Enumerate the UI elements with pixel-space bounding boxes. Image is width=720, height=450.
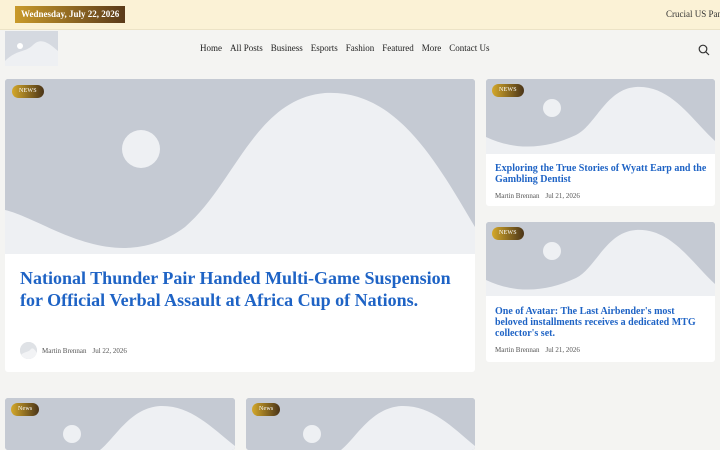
featured-image[interactable] (5, 79, 475, 254)
news-ticker[interactable]: Crucial US Pane (666, 9, 720, 19)
post-date: Jul 21, 2026 (545, 346, 580, 354)
author-name[interactable]: Martin Brennan (495, 192, 540, 200)
category-badge[interactable]: NEWS (12, 85, 44, 98)
post-date: Jul 22, 2026 (92, 347, 127, 355)
author-name[interactable]: Martin Brennan (495, 346, 540, 354)
post-date: Jul 21, 2026 (545, 192, 580, 200)
image-placeholder-icon (246, 398, 475, 450)
side-card[interactable]: NEWS One of Avatar: The Last Airbender's… (486, 222, 715, 362)
bottom-card[interactable]: News (246, 398, 475, 450)
logo-placeholder-icon (5, 31, 58, 66)
search-icon[interactable] (698, 44, 710, 56)
featured-meta: Martin Brennan Jul 22, 2026 (42, 347, 133, 355)
category-badge[interactable]: NEWS (492, 84, 524, 97)
author-name[interactable]: Martin Brennan (42, 347, 87, 355)
main-nav: Home All Posts Business Esports Fashion … (200, 43, 498, 53)
nav-home[interactable]: Home (200, 43, 222, 53)
bottom-card-image[interactable] (5, 398, 235, 450)
nav-contact-us[interactable]: Contact Us (449, 43, 489, 53)
nav-business[interactable]: Business (271, 43, 303, 53)
nav-all-posts[interactable]: All Posts (230, 43, 263, 53)
image-placeholder-icon (5, 398, 235, 450)
side-card-title[interactable]: Exploring the True Stories of Wyatt Earp… (495, 163, 707, 185)
nav-featured[interactable]: Featured (382, 43, 414, 53)
author-avatar (20, 342, 37, 359)
category-badge[interactable]: NEWS (492, 227, 524, 240)
bottom-card[interactable]: News (5, 398, 235, 450)
featured-title[interactable]: National Thunder Pair Handed Multi-Game … (20, 267, 460, 311)
category-badge[interactable]: News (252, 403, 281, 416)
nav-esports[interactable]: Esports (311, 43, 338, 53)
side-card-title[interactable]: One of Avatar: The Last Airbender's most… (495, 306, 707, 339)
category-badge[interactable]: News (11, 403, 40, 416)
bottom-card-image[interactable] (246, 398, 475, 450)
image-placeholder-icon (5, 79, 475, 254)
avatar-placeholder-icon (20, 342, 37, 359)
nav-more[interactable]: More (422, 43, 442, 53)
top-bar: Wednesday, July 22, 2026 Crucial US Pane (0, 0, 720, 30)
side-card-meta: Martin Brennan Jul 21, 2026 (495, 346, 586, 354)
featured-card[interactable]: NEWS National Thunder Pair Handed Multi-… (5, 79, 475, 372)
site-logo[interactable] (5, 31, 58, 66)
date-badge: Wednesday, July 22, 2026 (15, 6, 126, 23)
nav-fashion[interactable]: Fashion (346, 43, 375, 53)
side-card[interactable]: NEWS Exploring the True Stories of Wyatt… (486, 79, 715, 206)
side-card-meta: Martin Brennan Jul 21, 2026 (495, 192, 586, 200)
site-header: Home All Posts Business Esports Fashion … (0, 30, 720, 70)
